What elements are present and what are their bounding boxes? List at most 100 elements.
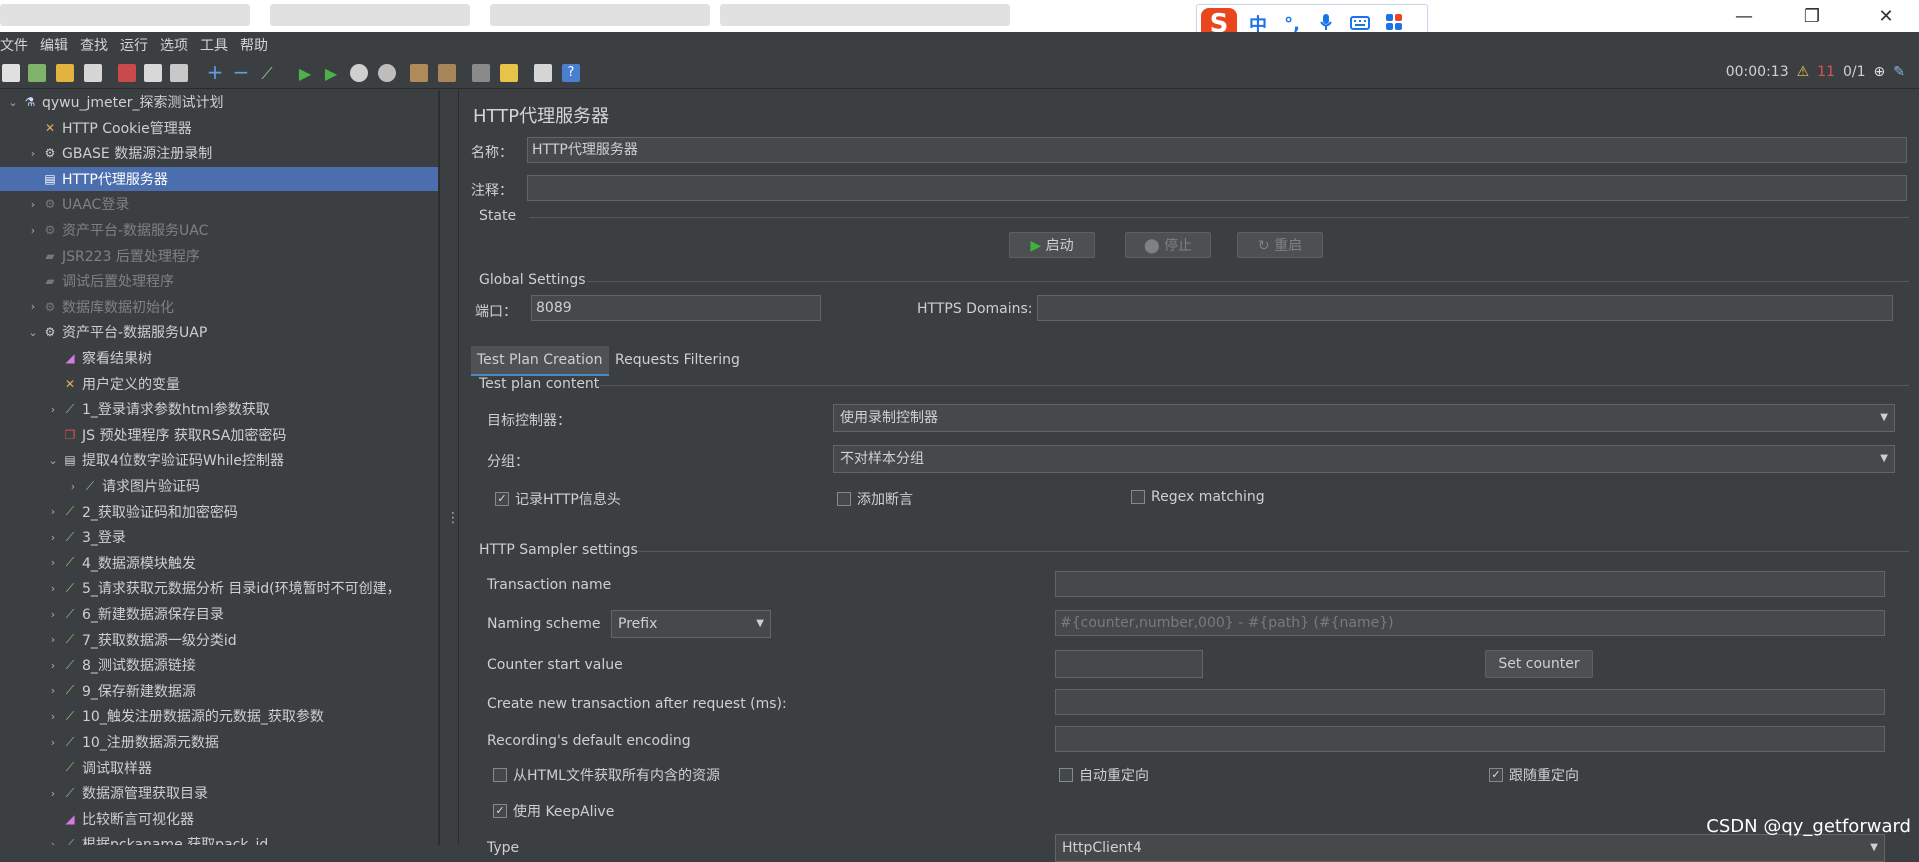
tree-node[interactable]: ▰ 调试后置处理程序 <box>0 269 438 293</box>
help-icon[interactable]: ? <box>562 64 580 82</box>
set-counter-button[interactable]: Set counter <box>1485 650 1593 678</box>
tree-node[interactable]: › ⚙ 数据库数据初始化 <box>0 295 438 319</box>
tree-node[interactable]: › ⟋ 数据源管理获取目录 <box>0 781 438 805</box>
comment-field[interactable] <box>527 175 1907 201</box>
follow-redirects-checkbox[interactable]: ✓ 跟随重定向 <box>1489 765 1579 785</box>
start-button[interactable]: ▶ 启动 <box>1009 232 1095 258</box>
retrieve-resources-checkbox[interactable]: 从HTML文件获取所有内含的资源 <box>493 765 720 785</box>
tree-node[interactable]: ▰ JSR223 后置处理程序 <box>0 244 438 268</box>
splitter[interactable]: ⋮ <box>439 90 460 845</box>
chevron-right-icon[interactable]: › <box>46 608 60 621</box>
new-transaction-field[interactable] <box>1055 689 1885 715</box>
stop-button[interactable]: ⬤ 停止 <box>1125 232 1211 258</box>
chevron-right-icon[interactable]: › <box>46 556 60 569</box>
tree-node[interactable]: › ⟋ 2_获取验证码和加密密码 <box>0 500 438 524</box>
chevron-right-icon[interactable]: › <box>46 736 60 749</box>
keepalive-checkbox[interactable]: ✓ 使用 KeepAlive <box>493 801 614 821</box>
tree-node[interactable]: ✕ HTTP Cookie管理器 <box>0 116 438 140</box>
chevron-down-icon[interactable]: ⌄ <box>46 454 60 467</box>
menu-tools[interactable]: 工具 <box>200 35 228 55</box>
tree-node[interactable]: › ⟋ 请求图片验证码 <box>0 474 438 498</box>
menu-file[interactable]: 文件 <box>0 35 28 55</box>
copy-icon[interactable] <box>144 64 162 82</box>
chevron-right-icon[interactable]: › <box>46 838 60 845</box>
templates-icon[interactable] <box>28 64 46 82</box>
paste-icon[interactable] <box>170 64 188 82</box>
target-controller-select[interactable]: 使用录制控制器 ▼ <box>833 404 1895 432</box>
tree-node[interactable]: ▤ HTTP代理服务器 <box>0 166 438 191</box>
tree-node[interactable]: ✕ 用户定义的变量 <box>0 372 438 396</box>
tree-node[interactable]: › ⟋ 3_登录 <box>0 525 438 549</box>
open-icon[interactable] <box>56 64 74 82</box>
tree-node[interactable]: ◢ 察看结果树 <box>0 346 438 370</box>
chevron-right-icon[interactable]: › <box>46 403 60 416</box>
tree-node[interactable]: ❐ JS 预处理程序 获取RSA加密密码 <box>0 423 438 447</box>
chevron-right-icon[interactable]: › <box>46 582 60 595</box>
chevron-right-icon[interactable]: › <box>46 684 60 697</box>
naming-scheme-select[interactable]: Prefix ▼ <box>611 610 771 638</box>
transaction-name-field[interactable] <box>1055 571 1885 597</box>
toggle-icon[interactable]: ⟋ <box>258 64 276 83</box>
tree-node[interactable]: › ⟋ 4_数据源模块触发 <box>0 551 438 575</box>
menu-edit[interactable]: 编辑 <box>40 35 68 55</box>
tree-node[interactable]: › ⚙ UAAC登录 <box>0 192 438 216</box>
tree-node[interactable]: › ⟋ 7_获取数据源一级分类id <box>0 628 438 652</box>
menu-search[interactable]: 查找 <box>80 35 108 55</box>
restart-button[interactable]: ↻ 重启 <box>1237 232 1323 258</box>
collapse-icon[interactable]: − <box>232 62 250 82</box>
chevron-down-icon[interactable]: ⌄ <box>26 326 40 339</box>
clear-icon[interactable] <box>410 64 428 82</box>
tree-node[interactable]: ◢ 比较断言可视化器 <box>0 807 438 831</box>
chevron-right-icon[interactable]: › <box>26 224 40 237</box>
start-no-pause-icon[interactable]: ▶ <box>322 64 340 83</box>
port-field[interactable]: 8089 <box>531 295 821 321</box>
counter-start-field[interactable] <box>1055 650 1203 678</box>
chevron-right-icon[interactable]: › <box>46 787 60 800</box>
grouping-select[interactable]: 不对样本分组 ▼ <box>833 445 1895 473</box>
clear-all-icon[interactable] <box>438 64 456 82</box>
test-plan-tree[interactable]: ⌄ ⚗ qywu_jmeter_探索测试计划 ✕ HTTP Cookie管理器 › ⚙ GBA… <box>0 90 439 845</box>
chevron-down-icon[interactable]: ⌄ <box>6 96 20 109</box>
warning-icon[interactable]: ⚠ <box>1797 64 1810 80</box>
expand-icon[interactable]: + <box>206 62 224 82</box>
minimize-button[interactable]: — <box>1724 4 1764 30</box>
menu-run[interactable]: 运行 <box>120 35 148 55</box>
reset-search-icon[interactable] <box>500 64 518 82</box>
tree-node[interactable]: › ⟋ 10_触发注册数据源的元数据_获取参数 <box>0 704 438 728</box>
add-assertions-checkbox[interactable]: 添加断言 <box>837 489 913 509</box>
stop-icon[interactable] <box>350 64 368 82</box>
tree-node[interactable]: › ⟋ 9_保存新建数据源 <box>0 679 438 703</box>
chevron-right-icon[interactable]: › <box>26 198 40 211</box>
recording-encoding-field[interactable] <box>1055 726 1885 752</box>
cut-icon[interactable] <box>118 64 136 82</box>
tree-node[interactable]: › ⟋ 6_新建数据源保存目录 <box>0 602 438 626</box>
save-icon[interactable] <box>84 64 102 82</box>
auto-redirect-checkbox[interactable]: 自动重定向 <box>1059 765 1149 785</box>
capture-headers-checkbox[interactable]: ✓ 记录HTTP信息头 <box>495 489 621 509</box>
menu-options[interactable]: 选项 <box>160 35 188 55</box>
chevron-right-icon[interactable]: › <box>66 480 80 493</box>
menu-help[interactable]: 帮助 <box>240 35 268 55</box>
tree-node[interactable]: › ⚙ GBASE 数据源注册录制 <box>0 141 438 165</box>
tree-node[interactable]: › ⟋ 8_测试数据源链接 <box>0 653 438 677</box>
chevron-right-icon[interactable]: › <box>46 531 60 544</box>
tab-test-plan-creation[interactable]: Test Plan Creation <box>471 346 609 376</box>
new-icon[interactable] <box>2 64 20 82</box>
chevron-right-icon[interactable]: › <box>46 710 60 723</box>
tree-node[interactable]: ⟋ 调试取样器 <box>0 756 438 780</box>
tree-node[interactable]: › ⟋ 根据pckaname 获取pack_id <box>0 832 438 845</box>
chevron-right-icon[interactable]: › <box>26 147 40 160</box>
function-helper-icon[interactable] <box>534 64 552 82</box>
start-icon[interactable]: ▶ <box>296 64 314 83</box>
chevron-right-icon[interactable]: › <box>46 633 60 646</box>
restore-button[interactable]: ❐ <box>1792 4 1832 30</box>
name-field[interactable]: HTTP代理服务器 <box>527 137 1907 163</box>
chevron-right-icon[interactable]: › <box>46 659 60 672</box>
search-icon[interactable] <box>472 64 490 82</box>
tree-node[interactable]: ⌄ ▤ 提取4位数字验证码While控制器 <box>0 448 438 472</box>
type-select[interactable]: HttpClient4 ▼ <box>1055 834 1885 862</box>
tab-requests-filtering[interactable]: Requests Filtering <box>609 346 746 374</box>
shutdown-icon[interactable] <box>378 64 396 82</box>
close-button[interactable]: ✕ <box>1866 4 1906 30</box>
naming-format-field[interactable]: #{counter,number,000} - #{path} (#{name}… <box>1055 610 1885 636</box>
